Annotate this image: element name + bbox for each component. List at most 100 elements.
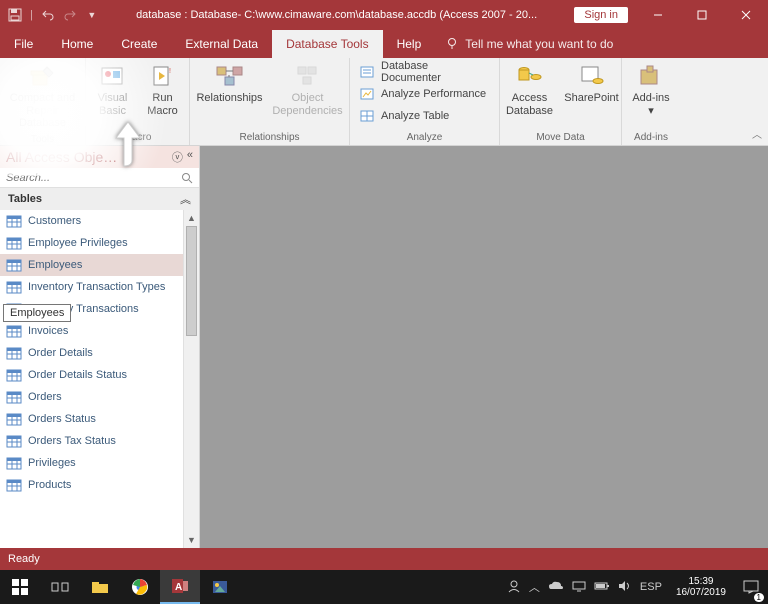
table-item[interactable]: Order Details Status bbox=[0, 364, 183, 386]
compact-repair-button[interactable]: Compact and Repair Database bbox=[4, 60, 82, 132]
access-database-button[interactable]: Access Database bbox=[501, 60, 559, 119]
tab-file[interactable]: File bbox=[0, 30, 47, 58]
object-dependencies-button: Object Dependencies bbox=[270, 60, 346, 119]
tooltip: Employees bbox=[3, 304, 71, 322]
scroll-up-icon[interactable]: ▲ bbox=[184, 210, 199, 226]
table-item[interactable]: Customers bbox=[0, 210, 183, 232]
table-item[interactable]: Orders Tax Status bbox=[0, 430, 183, 452]
taskbar-clock[interactable]: 15:39 16/07/2019 bbox=[668, 576, 734, 598]
collapse-ribbon-icon[interactable]: ︿ bbox=[752, 126, 762, 141]
file-explorer-button[interactable] bbox=[80, 570, 120, 604]
table-label: Employees bbox=[28, 259, 82, 271]
table-label: Order Details bbox=[28, 347, 93, 359]
onedrive-icon[interactable] bbox=[548, 580, 564, 595]
access-database-label: Access Database bbox=[503, 92, 557, 117]
language-indicator[interactable]: ESP bbox=[640, 581, 662, 593]
clock-time: 15:39 bbox=[676, 576, 726, 587]
addins-button[interactable]: Add-ins ▾ bbox=[627, 60, 675, 119]
search-icon[interactable] bbox=[181, 172, 193, 184]
table-item[interactable]: Orders Status bbox=[0, 408, 183, 430]
maximize-button[interactable] bbox=[680, 0, 724, 30]
navpane-collapse-icon[interactable]: « bbox=[187, 149, 193, 165]
ribbon-group-label: Macro bbox=[124, 130, 152, 145]
volume-icon[interactable] bbox=[618, 580, 632, 595]
table-icon bbox=[6, 368, 22, 382]
relationships-button[interactable]: Relationships bbox=[194, 60, 266, 107]
redo-icon[interactable] bbox=[61, 6, 79, 24]
battery-icon[interactable] bbox=[594, 581, 610, 594]
ribbon-group-macro: Visual Basic ! Run Macro Macro bbox=[86, 58, 190, 145]
start-button[interactable] bbox=[0, 570, 40, 604]
analyze-table-label: Analyze Table bbox=[381, 110, 449, 122]
tab-create[interactable]: Create bbox=[107, 30, 171, 58]
visual-basic-button[interactable]: Visual Basic bbox=[90, 60, 136, 119]
table-icon bbox=[6, 258, 22, 272]
ribbon-group-analyze: Database Documenter Analyze Performance … bbox=[350, 58, 500, 145]
access-database-icon bbox=[515, 62, 545, 90]
run-macro-button[interactable]: ! Run Macro bbox=[140, 60, 186, 119]
table-item[interactable]: Employees bbox=[0, 254, 183, 276]
tab-home[interactable]: Home bbox=[47, 30, 107, 58]
analyze-table-icon bbox=[360, 108, 376, 124]
analyze-performance-label: Analyze Performance bbox=[381, 88, 486, 100]
tab-database-tools[interactable]: Database Tools bbox=[272, 30, 383, 58]
undo-icon[interactable] bbox=[39, 6, 57, 24]
window-controls bbox=[636, 0, 768, 30]
table-item[interactable]: Employee Privileges bbox=[0, 232, 183, 254]
search-input[interactable] bbox=[6, 172, 181, 184]
chrome-button[interactable] bbox=[120, 570, 160, 604]
close-button[interactable] bbox=[724, 0, 768, 30]
app-button[interactable] bbox=[200, 570, 240, 604]
table-item[interactable]: Orders bbox=[0, 386, 183, 408]
people-icon[interactable] bbox=[507, 579, 521, 596]
table-label: Employee Privileges bbox=[28, 237, 128, 249]
run-macro-icon: ! bbox=[148, 62, 178, 90]
table-item[interactable]: Invoices bbox=[0, 320, 183, 342]
table-icon bbox=[6, 412, 22, 426]
navpane-dropdown-icon[interactable]: ⓥ bbox=[172, 149, 183, 165]
scroll-thumb[interactable] bbox=[186, 226, 197, 336]
tray-chevron-icon[interactable]: ︿ bbox=[529, 579, 540, 595]
compact-repair-icon bbox=[28, 62, 58, 90]
lightbulb-icon bbox=[445, 37, 459, 51]
task-view-button[interactable] bbox=[40, 570, 80, 604]
table-item[interactable]: Inventory Transaction Types bbox=[0, 276, 183, 298]
table-icon bbox=[6, 456, 22, 470]
network-icon[interactable] bbox=[572, 580, 586, 595]
tell-me-search[interactable]: Tell me what you want to do bbox=[435, 30, 623, 58]
navpane-search[interactable] bbox=[0, 168, 199, 188]
database-documenter-button[interactable]: Database Documenter bbox=[360, 62, 489, 82]
table-item[interactable]: Privileges bbox=[0, 452, 183, 474]
minimize-button[interactable] bbox=[636, 0, 680, 30]
navpane-group-header[interactable]: Tables ︽ bbox=[0, 188, 199, 210]
table-icon bbox=[6, 324, 22, 338]
tab-external-data[interactable]: External Data bbox=[171, 30, 272, 58]
action-center-button[interactable]: 1 bbox=[734, 570, 768, 604]
svg-text:!: ! bbox=[169, 68, 171, 75]
ribbon-tabs: File Home Create External Data Database … bbox=[0, 30, 768, 58]
save-icon[interactable] bbox=[6, 6, 24, 24]
table-label: Orders bbox=[28, 391, 62, 403]
table-item[interactable]: Products bbox=[0, 474, 183, 496]
table-icon bbox=[6, 478, 22, 492]
scrollbar[interactable]: ▲ ▼ bbox=[183, 210, 199, 548]
ribbon: Compact and Repair Database Tools Visual… bbox=[0, 58, 768, 146]
analyze-performance-button[interactable]: Analyze Performance bbox=[360, 84, 489, 104]
sharepoint-button[interactable]: SharePoint bbox=[563, 60, 621, 107]
access-app-button[interactable]: A bbox=[160, 570, 200, 604]
qat-dropdown-icon[interactable]: ▼ bbox=[83, 6, 101, 24]
navpane-group-label: Tables bbox=[8, 193, 42, 205]
table-label: Privileges bbox=[28, 457, 76, 469]
tab-help[interactable]: Help bbox=[383, 30, 436, 58]
sharepoint-icon bbox=[577, 62, 607, 90]
table-icon bbox=[6, 346, 22, 360]
table-label: Customers bbox=[28, 215, 81, 227]
status-bar: Ready bbox=[0, 548, 768, 570]
scroll-down-icon[interactable]: ▼ bbox=[184, 532, 199, 548]
analyze-table-button[interactable]: Analyze Table bbox=[360, 106, 489, 126]
table-item[interactable]: Order Details bbox=[0, 342, 183, 364]
collapse-group-icon[interactable]: ︽ bbox=[180, 191, 191, 207]
signin-button[interactable]: Sign in bbox=[574, 7, 628, 23]
table-label: Invoices bbox=[28, 325, 68, 337]
navpane-header[interactable]: All Access Obje… ⓥ « bbox=[0, 146, 199, 168]
